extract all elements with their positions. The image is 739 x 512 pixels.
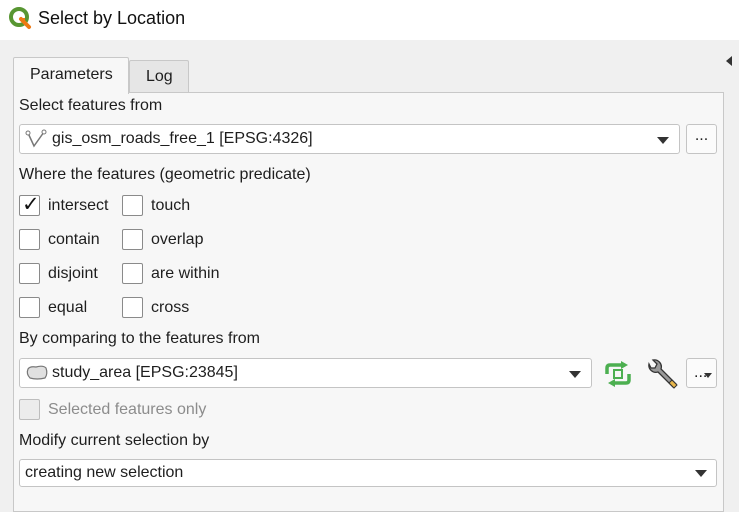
predicate-label: Where the features (geometric predicate) <box>19 166 311 183</box>
chevron-down-icon <box>695 470 707 477</box>
chevron-down-icon <box>569 371 581 378</box>
are-within-label: are within <box>151 265 220 282</box>
equal-label: equal <box>48 299 88 316</box>
touch-checkbox[interactable] <box>122 195 143 216</box>
cross-label: cross <box>151 299 190 316</box>
modify-value: creating new selection <box>25 464 184 481</box>
chevron-down-icon <box>704 373 712 378</box>
disjoint-checkbox[interactable] <box>19 263 40 284</box>
equal-checkbox[interactable] <box>19 297 40 318</box>
iterate-icon[interactable] <box>603 361 633 387</box>
overlap-checkbox[interactable] <box>122 229 143 250</box>
select-from-value: gis_osm_roads_free_1 [EPSG:4326] <box>52 130 313 147</box>
tab-log[interactable]: Log <box>129 60 189 92</box>
select-from-label: Select features from <box>19 97 163 114</box>
select-from-more-button[interactable]: ... <box>686 124 717 154</box>
disjoint-label: disjoint <box>48 265 98 282</box>
title-bar: Select by Location <box>0 0 739 40</box>
intersect-checkbox[interactable]: ✓ <box>19 193 40 216</box>
touch-label: touch <box>151 197 191 214</box>
chevron-down-icon <box>657 137 669 144</box>
compare-combo[interactable]: study_area [EPSG:23845] <box>19 358 592 388</box>
wrench-icon[interactable] <box>645 358 679 390</box>
modify-combo[interactable]: creating new selection <box>19 459 717 487</box>
checkmark-icon: ✓ <box>22 193 40 216</box>
select-from-combo[interactable]: gis_osm_roads_free_1 [EPSG:4326] <box>19 124 680 154</box>
tab-parameters[interactable]: Parameters <box>13 57 129 94</box>
compare-label: By comparing to the features from <box>19 330 260 347</box>
contain-label: contain <box>48 231 100 248</box>
collapse-panel-icon[interactable] <box>726 56 732 66</box>
are-within-checkbox[interactable] <box>122 263 143 284</box>
overlap-label: overlap <box>151 231 204 248</box>
window-title: Select by Location <box>38 8 186 28</box>
modify-label: Modify current selection by <box>19 432 210 449</box>
line-layer-icon <box>25 129 47 148</box>
intersect-label: intersect <box>48 197 109 214</box>
selected-features-only-label: Selected features only <box>48 401 207 418</box>
compare-value: study_area [EPSG:23845] <box>52 364 238 381</box>
polygon-layer-icon <box>26 365 48 380</box>
contain-checkbox[interactable] <box>19 229 40 250</box>
selected-features-only-checkbox[interactable] <box>19 399 40 420</box>
cross-checkbox[interactable] <box>122 297 143 318</box>
qgis-logo-icon <box>9 7 31 29</box>
compare-more-button[interactable]: ... <box>686 358 717 388</box>
